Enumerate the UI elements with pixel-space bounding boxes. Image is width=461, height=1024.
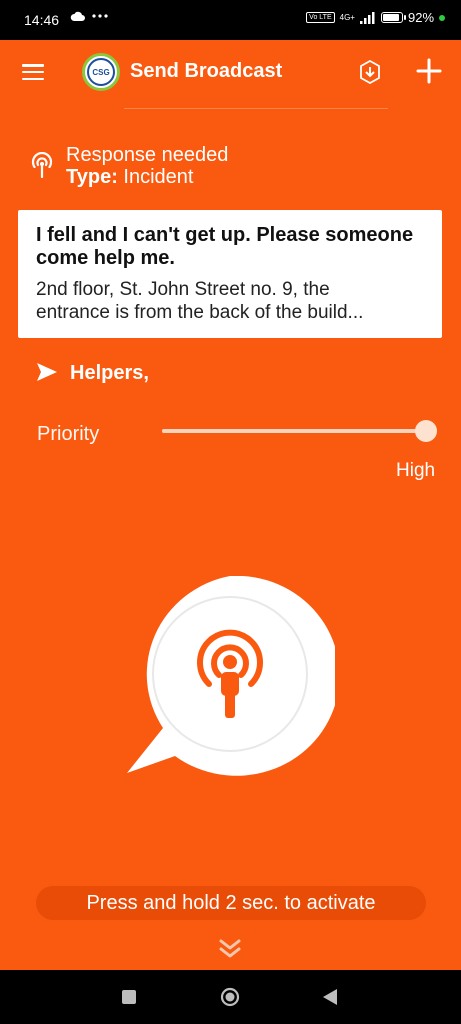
system-nav-bar xyxy=(0,970,461,1024)
priority-slider[interactable] xyxy=(162,420,437,442)
response-title: Response needed xyxy=(66,144,229,166)
volte-badge: Vo LTE xyxy=(306,12,335,23)
logo-text: CSG xyxy=(87,58,115,86)
status-time: 14:46 xyxy=(24,12,60,28)
message-title: I fell and I can't get up. Please someon… xyxy=(36,224,414,269)
back-button[interactable] xyxy=(322,988,338,1006)
app-bar: CSG Send Broadcast xyxy=(0,40,461,106)
chevron-double-down-icon[interactable] xyxy=(218,938,242,958)
message-body-line1: 2nd floor, St. John Street no. 9, the xyxy=(36,279,330,300)
battery-percent-value: 92 xyxy=(407,10,423,25)
screen: 14:46 Vo LTE 4G+ 92% CSG Send Broadcast … xyxy=(0,0,461,1024)
battery-icon xyxy=(380,12,406,23)
download-icon[interactable] xyxy=(358,60,382,84)
status-bar: 14:46 Vo LTE 4G+ 92% xyxy=(0,0,461,40)
signal-icon xyxy=(359,11,375,24)
header-divider xyxy=(124,108,388,109)
page-title: Send Broadcast xyxy=(130,60,283,82)
status-left-icons xyxy=(70,10,108,22)
battery-percent: 92% xyxy=(408,10,434,25)
response-type-value: Incident xyxy=(123,166,194,188)
network-type: 4G+ xyxy=(339,12,355,22)
menu-icon[interactable] xyxy=(22,64,44,80)
message-body-line2: entrance is from the back of the build..… xyxy=(36,302,364,323)
status-right: Vo LTE 4G+ 92% xyxy=(306,10,445,25)
activate-hint: Press and hold 2 sec. to activate xyxy=(36,886,426,920)
home-button[interactable] xyxy=(220,987,240,1007)
app-logo: CSG xyxy=(82,53,120,91)
activate-broadcast-button[interactable] xyxy=(125,575,340,776)
helpers-label[interactable]: Helpers, xyxy=(70,362,149,385)
response-type: Type: Incident xyxy=(66,166,193,189)
recents-button[interactable] xyxy=(122,990,136,1004)
cloud-icon xyxy=(70,11,85,21)
message-card[interactable]: I fell and I can't get up. Please someon… xyxy=(18,210,442,338)
more-dots-icon xyxy=(92,14,108,18)
priority-label: Priority xyxy=(37,423,100,445)
send-icon xyxy=(37,363,57,381)
broadcast-icon xyxy=(31,152,53,178)
priority-slider-thumb[interactable] xyxy=(415,420,437,442)
priority-value: High xyxy=(396,460,436,481)
privacy-dot-icon xyxy=(439,14,445,21)
message-body: 2nd floor, St. John Street no. 9, the en… xyxy=(36,278,424,324)
add-icon[interactable] xyxy=(416,58,442,84)
battery-fill xyxy=(382,14,400,21)
priority-slider-fill xyxy=(162,429,426,433)
battery-percent-suffix: % xyxy=(422,10,434,25)
response-type-label: Type: xyxy=(66,166,118,188)
